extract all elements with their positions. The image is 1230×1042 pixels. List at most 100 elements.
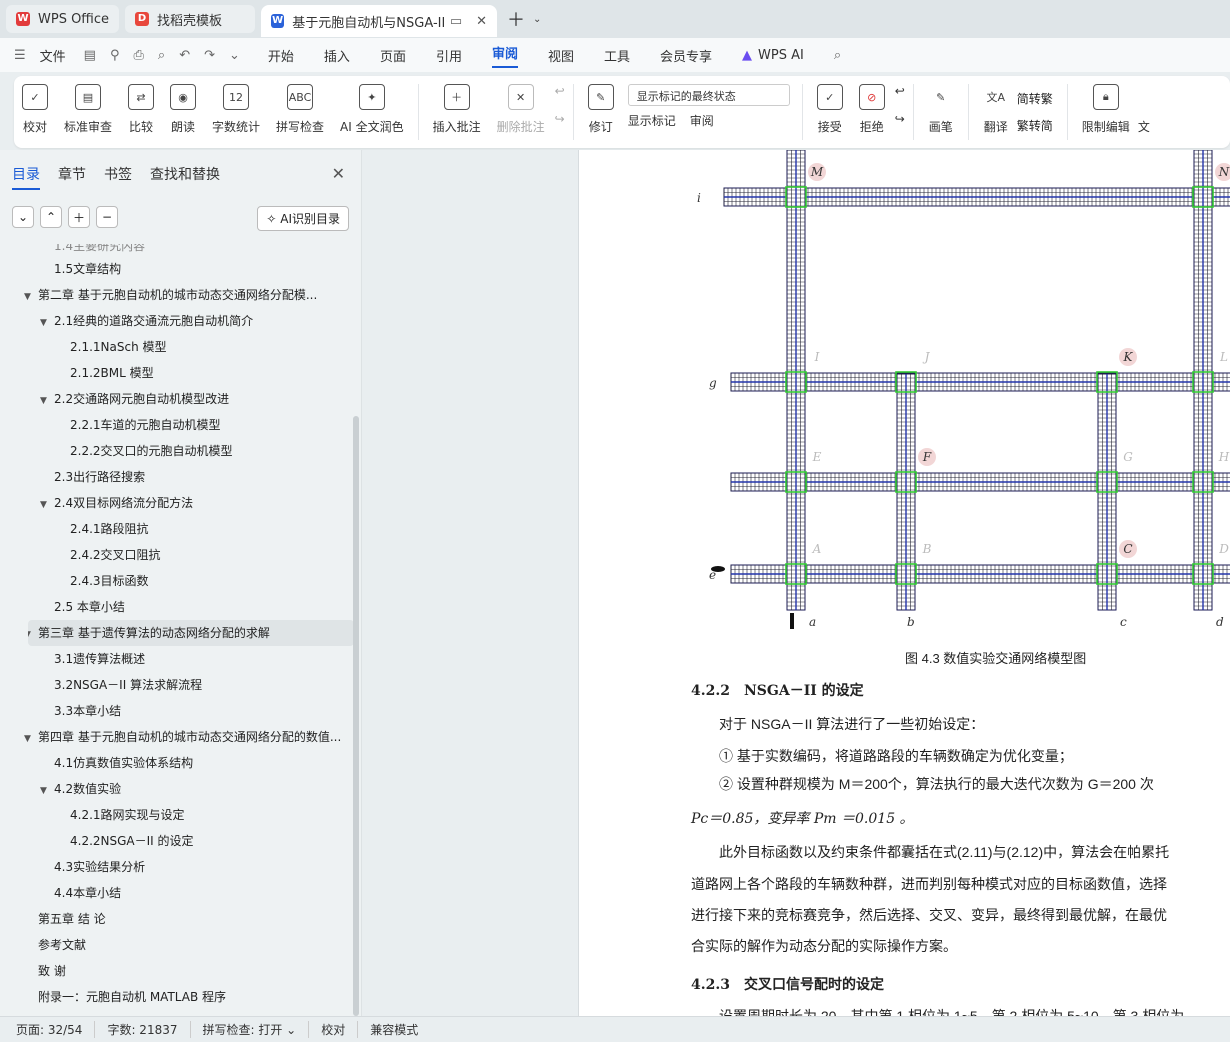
toc-item[interactable]: 4.3实验结果分析 <box>0 854 354 880</box>
toc-item[interactable]: 2.1.1NaSch 模型 <box>0 334 354 360</box>
menu-file[interactable]: 文件 <box>40 46 66 65</box>
delete-comment-button[interactable]: ✕ 删除批注 <box>497 84 545 135</box>
toc-item[interactable]: ▼ 2.1经典的道路交通流元胞自动机简介 <box>0 308 354 334</box>
ai-toc-button[interactable]: ✧ AI识别目录 <box>257 206 349 231</box>
scrollbar[interactable] <box>353 416 359 1016</box>
toc-item[interactable]: 4.2.2NSGA－II 的设定 <box>0 828 354 854</box>
menu-tools[interactable]: 工具 <box>604 46 630 65</box>
save-icon[interactable]: ▤ <box>84 48 96 63</box>
remove-icon[interactable]: − <box>96 206 118 228</box>
more-button[interactable]: 文 <box>1138 118 1150 135</box>
tab-document[interactable]: W 基于元胞自动机与NSGA-II算 ▭ ✕ <box>261 5 498 37</box>
compare-button[interactable]: ⇄ 比较 <box>128 84 155 135</box>
std-review-button[interactable]: ▤ 标准审查 <box>64 84 112 135</box>
translate-button[interactable]: 文A 翻译 <box>983 84 1009 135</box>
tab-docer[interactable]: D 找稻壳模板 <box>125 5 256 33</box>
read-aloud-button[interactable]: ◉ 朗读 <box>170 84 197 135</box>
ai-polish-button[interactable]: ✦ AI 全文润色 <box>340 84 404 135</box>
prev-next-comment[interactable]: ↩ ↪ <box>555 84 565 126</box>
chevron-down-icon[interactable]: ⌄ <box>533 14 541 25</box>
show-markup-button[interactable]: 显示标记 <box>628 112 676 129</box>
toc-item[interactable]: 2.1.2BML 模型 <box>0 360 354 386</box>
menu-reference[interactable]: 引用 <box>436 46 462 65</box>
toc-item[interactable]: ▼ 4.2数值实验 <box>0 776 354 802</box>
reject-button[interactable]: ⊘ 拒绝 <box>858 84 885 135</box>
tab-find-replace[interactable]: 查找和替换 <box>150 164 220 190</box>
tab-bookmarks[interactable]: 书签 <box>104 164 132 190</box>
print-icon[interactable]: ⎙ <box>134 48 144 63</box>
expand-arrow-icon[interactable]: ▼ <box>24 284 38 308</box>
search-icon[interactable]: ⌕ <box>834 48 841 63</box>
toc-item[interactable]: 2.4.1路段阻抗 <box>0 516 354 542</box>
menu-member[interactable]: 会员专享 <box>660 46 712 65</box>
toc-item[interactable]: 附录一：元胞自动机 MATLAB 程序 <box>0 984 354 1010</box>
prev-next-change[interactable]: ↩ ↪ <box>895 84 905 126</box>
expand-up-icon[interactable]: ⌃ <box>40 206 62 228</box>
toc-item[interactable]: 4.1仿真数值实验体系结构 <box>0 750 354 776</box>
restrict-edit-button[interactable]: 🔒︎ 限制编辑 <box>1082 84 1130 135</box>
expand-arrow-icon[interactable]: ▼ <box>40 310 54 334</box>
expand-arrow-icon[interactable]: ▼ <box>40 778 54 802</box>
toc-item[interactable]: 3.2NSGA－II 算法求解流程 <box>0 672 354 698</box>
toc-item[interactable]: ▼ 2.2交通路网元胞自动机模型改进 <box>0 386 354 412</box>
toc-item[interactable]: 1.5文章结构 <box>0 256 354 282</box>
collapse-down-icon[interactable]: ⌄ <box>12 206 34 228</box>
more-chevron-icon[interactable]: ⌄ <box>229 48 240 63</box>
hamburger-icon[interactable]: ☰ <box>14 48 26 63</box>
pen-button[interactable]: ✎ 画笔 <box>928 84 954 135</box>
tab-wps-office[interactable]: W WPS Office <box>6 5 120 33</box>
page-count[interactable]: 页面: 32/54 <box>16 1021 96 1038</box>
toc-item[interactable]: 致 谢 <box>0 958 354 984</box>
undo-icon[interactable]: ↶ <box>179 48 190 63</box>
menu-wps-ai[interactable]: WPS AI <box>758 48 804 63</box>
toc-item[interactable]: 2.5 本章小结 <box>0 594 354 620</box>
menu-page[interactable]: 页面 <box>380 46 406 65</box>
toc-item[interactable]: 2.4.2交叉口阻抗 <box>0 542 354 568</box>
redo-icon[interactable]: ↷ <box>204 48 215 63</box>
toc-item[interactable]: 2.2.2交叉口的元胞自动机模型 <box>0 438 354 464</box>
expand-arrow-icon[interactable]: ▼ <box>40 388 54 412</box>
toc-item[interactable]: 2.3出行路径搜索 <box>0 464 354 490</box>
tools-icon[interactable]: ⚲ <box>110 48 120 63</box>
proof-button[interactable]: ✓ 校对 <box>22 84 48 135</box>
toc-item[interactable]: 2.2.1车道的元胞自动机模型 <box>0 412 354 438</box>
close-icon[interactable]: ✕ <box>476 14 487 29</box>
accept-button[interactable]: ✓ 接受 <box>816 84 843 135</box>
toc-item[interactable]: 参考文献 <box>0 932 354 958</box>
menu-review[interactable]: 审阅 <box>491 43 518 68</box>
expand-arrow-icon[interactable]: ▼ <box>24 726 38 750</box>
toc-item[interactable]: 2.4.3目标函数 <box>0 568 354 594</box>
close-icon[interactable]: ✕ <box>332 164 345 183</box>
menu-view[interactable]: 视图 <box>548 46 574 65</box>
toc-item[interactable]: ▼ 2.4双目标网络流分配方法 <box>0 490 354 516</box>
toc-item[interactable]: ▼ 第二章 基于元胞自动机的城市动态交通网络分配模... <box>0 282 354 308</box>
preview-icon[interactable]: ⌕ <box>158 48 165 63</box>
review-pane-button[interactable]: 审阅 <box>690 112 714 129</box>
expand-arrow-icon[interactable]: ▼ <box>40 492 54 516</box>
toc-item[interactable]: 4.4本章小结 <box>0 880 354 906</box>
to-simplified-button[interactable]: 繁转简 <box>1017 117 1053 134</box>
spell-check-status[interactable]: 拼写检查: 打开 ⌄ <box>191 1021 310 1038</box>
toc-item[interactable]: 4.2.1路网实现与设定 <box>0 802 354 828</box>
toc-item[interactable]: ▼ 第四章 基于元胞自动机的城市动态交通网络分配的数值... <box>0 724 354 750</box>
toc-item[interactable]: ▼第三章 基于遗传算法的动态网络分配的求解 <box>28 620 354 646</box>
proof-status[interactable]: 校对 <box>309 1021 359 1038</box>
menu-insert[interactable]: 插入 <box>324 46 350 65</box>
expand-arrow-icon[interactable]: ▼ <box>28 622 38 646</box>
new-tab-icon[interactable]: ＋ <box>507 6 525 32</box>
insert-comment-button[interactable]: ＋插入批注 <box>433 84 481 135</box>
revise-button[interactable]: ✎ 修订 <box>587 84 614 135</box>
toc-item[interactable]: 3.1遗传算法概述 <box>0 646 354 672</box>
menu-home[interactable]: 开始 <box>268 46 294 65</box>
to-traditional-button[interactable]: 简转繁 <box>1017 90 1053 107</box>
word-count-button[interactable]: 12 字数统计 <box>212 84 260 135</box>
word-count[interactable]: 字数: 21837 <box>95 1021 191 1038</box>
toc-item[interactable]: 3.3本章小结 <box>0 698 354 724</box>
add-icon[interactable]: ＋ <box>68 206 90 228</box>
spell-check-button[interactable]: ABC 拼写检查 <box>276 84 324 135</box>
markup-state-select[interactable]: 显示标记的最终状态 <box>627 84 790 106</box>
tab-sections[interactable]: 章节 <box>58 164 86 190</box>
toc-item[interactable]: 第五章 结 论 <box>0 906 354 932</box>
tab-toc[interactable]: 目录 <box>12 164 40 190</box>
monitor-icon[interactable]: ▭ <box>450 14 462 29</box>
